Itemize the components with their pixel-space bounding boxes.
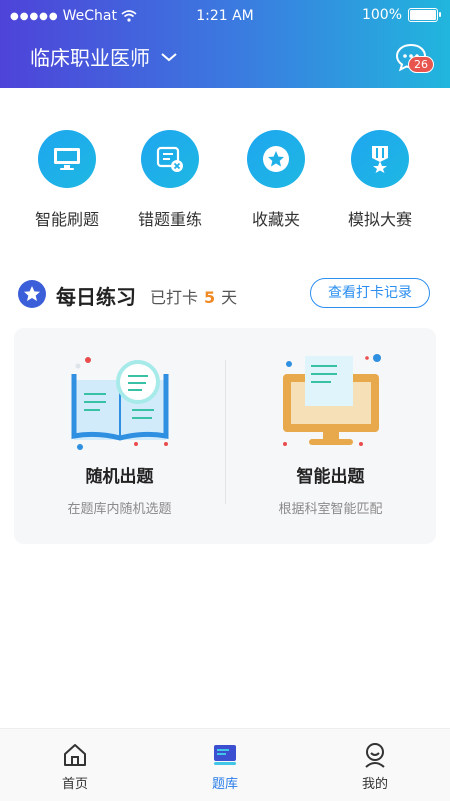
daily-practice-title: 每日练习 bbox=[56, 285, 136, 309]
battery-icon bbox=[408, 8, 441, 22]
app-header: ●●●●● WeChat 1:21 AM 100% 临床职业医师 26 bbox=[0, 0, 450, 88]
quick-action-icon-circle bbox=[38, 130, 96, 188]
tab-label: 题库 bbox=[211, 777, 238, 792]
option-title: 随机出题 bbox=[85, 467, 154, 487]
battery-info: 100% bbox=[361, 7, 441, 23]
view-checkin-record-button[interactable]: 查看打卡记录 bbox=[310, 278, 430, 308]
battery-percent: 100% bbox=[361, 7, 402, 23]
quick-action-icon-circle bbox=[247, 130, 305, 188]
smart-practice-option[interactable]: 智能出题 根据科室智能匹配 bbox=[225, 328, 436, 544]
checkin-prefix: 已打卡 bbox=[150, 288, 199, 307]
tab-label: 首页 bbox=[61, 777, 88, 792]
question-bank-icon bbox=[214, 745, 236, 765]
option-title: 智能出题 bbox=[296, 467, 365, 487]
message-button[interactable]: 26 bbox=[394, 42, 434, 73]
quick-action-icon-circle bbox=[351, 130, 409, 188]
quick-action-favorites[interactable]: 收藏夹 bbox=[226, 130, 326, 230]
star-badge-icon bbox=[18, 280, 46, 308]
checkin-suffix: 天 bbox=[221, 288, 238, 307]
practice-options-card: 随机出题 在题库内随机选题 智能出题 根据科室智能匹配 bbox=[14, 328, 436, 544]
daily-practice-header: 每日练习 已打卡 5 天 查看打卡记录 bbox=[18, 278, 432, 310]
random-practice-option[interactable]: 随机出题 在题库内随机选题 bbox=[14, 328, 225, 544]
checkin-status: 已打卡 5 天 bbox=[150, 284, 237, 308]
book-magnifier-icon bbox=[71, 357, 169, 450]
option-description: 根据科室智能匹配 bbox=[278, 502, 383, 517]
monitor-icon bbox=[54, 148, 80, 170]
quick-action-smart-practice[interactable]: 智能刷题 bbox=[17, 130, 117, 230]
option-description: 在题库内随机选题 bbox=[67, 502, 172, 517]
quick-action-label: 错题重练 bbox=[137, 210, 202, 229]
quick-action-label: 智能刷题 bbox=[34, 210, 99, 229]
quick-action-mock-contest[interactable]: 模拟大赛 bbox=[330, 130, 430, 230]
status-bar: ●●●●● WeChat 1:21 AM 100% bbox=[0, 0, 450, 32]
tab-home[interactable]: 首页 bbox=[0, 741, 150, 792]
medal-icon bbox=[372, 146, 388, 173]
tab-question-bank[interactable]: 题库 bbox=[150, 741, 300, 792]
quick-action-icon-circle bbox=[141, 130, 199, 188]
checkin-days: 5 bbox=[204, 288, 216, 307]
computer-icon bbox=[283, 354, 381, 446]
page-title: 临床职业医师 bbox=[30, 46, 150, 70]
quick-action-label: 模拟大赛 bbox=[347, 210, 412, 229]
quick-action-label: 收藏夹 bbox=[251, 210, 300, 229]
bottom-tab-bar: 首页 题库 我的 bbox=[0, 728, 450, 801]
star-icon bbox=[263, 146, 289, 172]
quick-action-wrong-review[interactable]: 错题重练 bbox=[120, 130, 220, 230]
home-icon bbox=[64, 744, 86, 766]
profile-icon bbox=[365, 743, 385, 768]
wrong-question-icon bbox=[156, 146, 183, 172]
quick-actions: 智能刷题 错题重练 收藏夹 模拟大赛 bbox=[0, 130, 450, 230]
tab-label: 我的 bbox=[361, 777, 388, 792]
exam-selector[interactable]: 临床职业医师 bbox=[30, 42, 178, 71]
tab-profile[interactable]: 我的 bbox=[300, 741, 450, 792]
chevron-down-icon bbox=[161, 52, 177, 61]
message-count-badge: 26 bbox=[408, 56, 434, 73]
